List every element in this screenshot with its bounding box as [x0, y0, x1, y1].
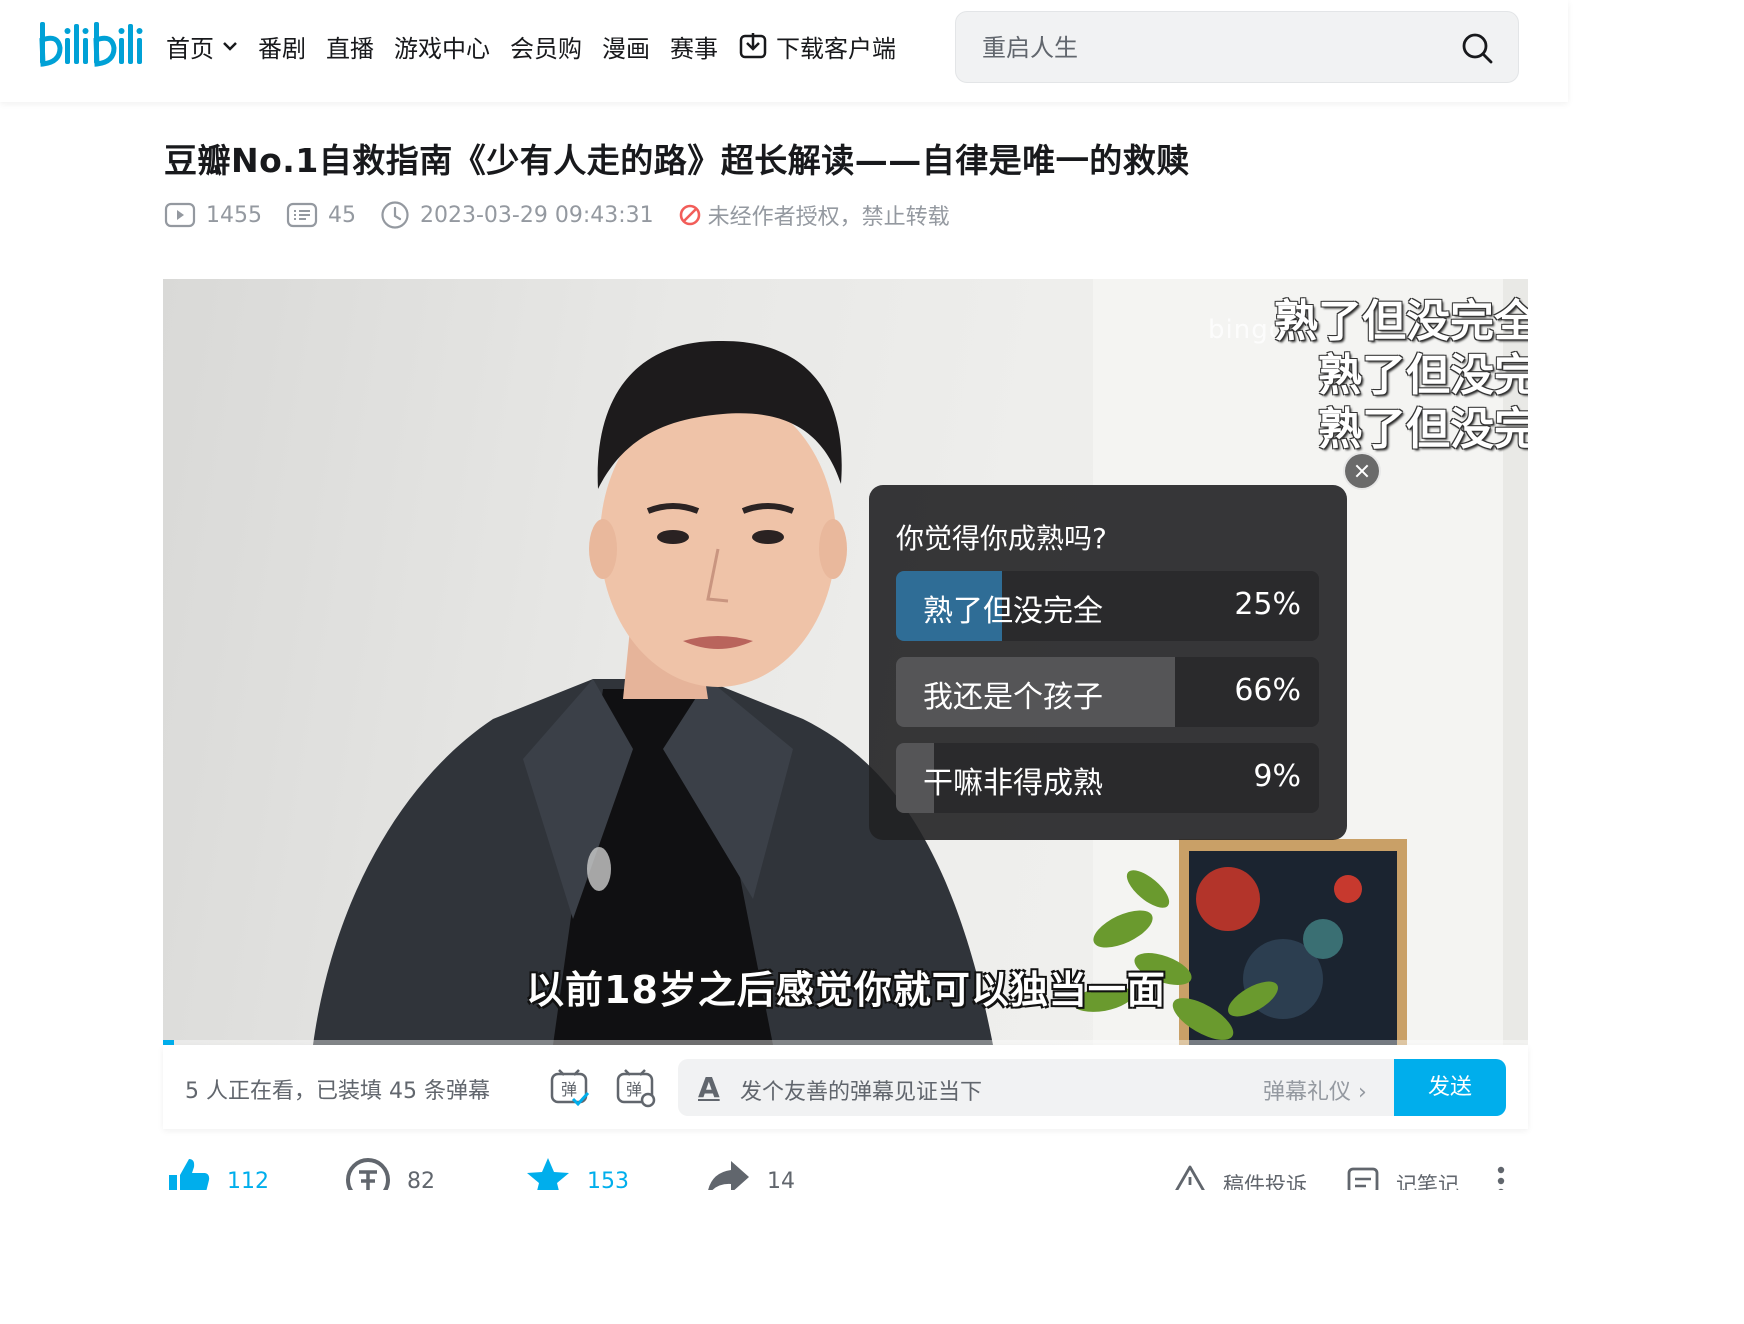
danmaku-style-icon[interactable]: A: [698, 1071, 720, 1104]
send-danmaku-button[interactable]: 发送: [1394, 1059, 1506, 1116]
favorite-count: 153: [587, 1169, 629, 1190]
search-box: [955, 11, 1519, 83]
nav-anime[interactable]: 番剧: [258, 29, 306, 64]
nav-live[interactable]: 直播: [326, 29, 374, 64]
report-button[interactable]: 稿件投诉: [1173, 1155, 1307, 1190]
danmaku-input-box[interactable]: A 发个友善的弹幕见证当下 弹幕礼仪 › 发送: [678, 1059, 1506, 1116]
notes-button[interactable]: 记笔记: [1346, 1155, 1459, 1190]
watching-status: 5 人正在看，已装填 45 条弹幕: [185, 1079, 490, 1104]
svg-text:弹: 弹: [561, 1080, 577, 1099]
danmaku-settings-icon[interactable]: 弹: [615, 1067, 657, 1109]
danmaku-count: 45: [286, 202, 356, 228]
search-icon[interactable]: [1460, 31, 1494, 65]
publish-time-value: 2023-03-29 09:43:31: [420, 202, 654, 228]
share-count: 14: [767, 1169, 795, 1190]
nav-manga[interactable]: 漫画: [602, 29, 650, 64]
video-title: 豆瓣No.1自救指南《少有人走的路》超长解读——自律是唯一的救赎: [164, 141, 1190, 180]
publish-time: 2023-03-29 09:43:31: [380, 200, 654, 230]
like-button[interactable]: 112: [165, 1155, 269, 1190]
nav-download-client[interactable]: 下载客户端: [738, 29, 896, 64]
poll-card: 你觉得你成熟吗? 熟了但没完全 25% 我还是个孩子 66% 干嘛非得成熟 9%: [869, 485, 1347, 840]
poll-option-percent: 66%: [1234, 673, 1301, 708]
video-action-toolbar: 112 82 153 14 稿件投诉 记笔记: [163, 1155, 1528, 1190]
poll-option[interactable]: 我还是个孩子 66%: [896, 657, 1319, 727]
nav-esports[interactable]: 赛事: [670, 29, 718, 64]
chevron-down-icon: [223, 42, 237, 51]
share-icon: [708, 1161, 749, 1190]
nav-game-center-label: 游戏中心: [394, 34, 490, 63]
danmaku-input-placeholder[interactable]: 发个友善的弹幕见证当下: [740, 1074, 982, 1106]
nav-esports-label: 赛事: [670, 34, 718, 63]
video-player[interactable]: bingo 熟了但没完全 熟了但没完 熟了但没完 你觉得你成熟吗? 熟了但没完全…: [163, 279, 1528, 1045]
svg-text:弹: 弹: [626, 1080, 642, 1099]
warning-icon: [1175, 1165, 1205, 1190]
play-count-icon: [164, 202, 196, 228]
poll-option-label: 干嘛非得成熟: [923, 766, 1103, 801]
forbidden-icon: [679, 204, 700, 226]
top-header: 首页 番剧 直播 游戏中心 会员购 漫画 赛事 下载客户端: [0, 0, 1568, 102]
nav-download-label: 下载客户端: [776, 34, 896, 63]
favorite-button[interactable]: 153: [525, 1155, 629, 1190]
view-count-value: 1455: [206, 202, 262, 228]
thumbs-up-icon: [169, 1159, 210, 1190]
bilibili-logo[interactable]: [38, 18, 150, 72]
nav-home-label: 首页: [166, 34, 214, 63]
coin-icon: [346, 1158, 390, 1190]
danmaku-count-value: 45: [328, 202, 356, 228]
danmaku-etiquette-link[interactable]: 弹幕礼仪 ›: [1263, 1074, 1367, 1106]
notes-icon: [1347, 1167, 1379, 1190]
poll-option-label: 熟了但没完全: [923, 594, 1103, 629]
danmaku-count-icon: [286, 202, 318, 228]
download-icon: [739, 33, 767, 59]
nav-game-center[interactable]: 游戏中心: [394, 29, 490, 64]
nav-manga-label: 漫画: [602, 34, 650, 63]
poll-option-percent: 9%: [1253, 759, 1301, 794]
nav-member-shop[interactable]: 会员购: [510, 29, 582, 64]
like-count: 112: [227, 1169, 269, 1190]
danmaku-send-bar: 5 人正在看，已装填 45 条弹幕 弹 弹 A 发个友善的弹幕见证当下 弹幕礼仪…: [163, 1045, 1528, 1129]
share-button[interactable]: 14: [705, 1155, 795, 1190]
main-nav: 首页 番剧 直播 游戏中心 会员购 漫画 赛事 下载客户端: [166, 26, 916, 66]
copyright-notice-text: 未经作者授权，禁止转载: [707, 205, 950, 230]
view-count: 1455: [164, 202, 262, 228]
copyright-notice: 未经作者授权，禁止转载: [678, 199, 950, 231]
poll-option[interactable]: 熟了但没完全 25%: [896, 571, 1319, 641]
poll-option-percent: 25%: [1234, 587, 1301, 622]
poll-option-label: 我还是个孩子: [923, 680, 1103, 715]
coin-count: 82: [407, 1169, 435, 1190]
nav-home[interactable]: 首页: [166, 29, 238, 64]
coin-button[interactable]: 82: [345, 1155, 435, 1190]
poll-question: 你觉得你成熟吗?: [896, 522, 1107, 555]
video-subtitle: 以前18岁之后感觉你就可以独当一面: [526, 968, 1166, 1012]
video-meta: 1455 45 2023-03-29 09:43:31 未经作者授权，禁止转载: [164, 198, 974, 232]
nav-anime-label: 番剧: [258, 34, 306, 63]
search-input[interactable]: [982, 30, 1442, 66]
poll-option[interactable]: 干嘛非得成熟 9%: [896, 743, 1319, 813]
poll-close-button[interactable]: [1343, 452, 1381, 490]
danmaku-comment[interactable]: 熟了但没完: [1318, 393, 1528, 457]
report-label: 稿件投诉: [1223, 1173, 1307, 1190]
more-options-icon[interactable]: [1496, 1165, 1506, 1190]
notes-label: 记笔记: [1396, 1173, 1459, 1190]
danmaku-toggle-icon[interactable]: 弹: [549, 1067, 591, 1109]
clock-icon: [381, 201, 409, 229]
nav-live-label: 直播: [326, 34, 374, 63]
star-icon: [527, 1158, 569, 1190]
nav-member-shop-label: 会员购: [510, 34, 582, 63]
